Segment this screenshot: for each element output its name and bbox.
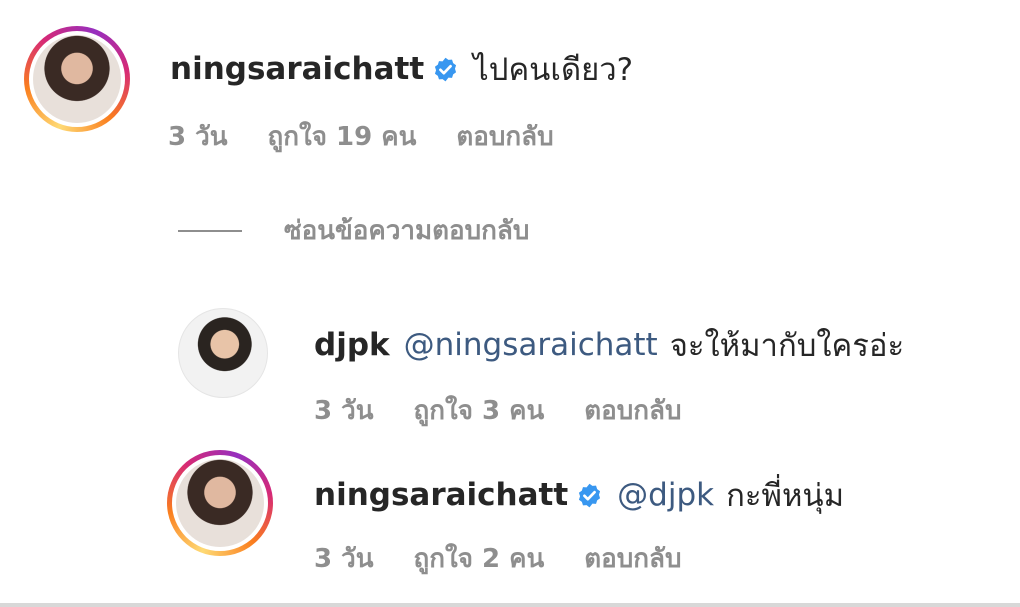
verified-badge-icon xyxy=(579,483,601,507)
comment-text: ไปคนเดียว? xyxy=(473,52,634,88)
hide-replies-label: ซ่อนข้อความตอบกลับ xyxy=(284,216,530,246)
divider xyxy=(0,603,1020,607)
avatar[interactable] xyxy=(178,308,268,398)
username[interactable]: ningsaraichatt xyxy=(314,477,568,513)
timestamp: 3 วัน xyxy=(314,544,374,574)
likes-count[interactable]: ถูกใจ 2 คน xyxy=(414,538,545,579)
likes-count[interactable]: ถูกใจ 19 คน xyxy=(268,116,417,157)
timestamp: 3 วัน xyxy=(314,396,374,426)
timestamp: 3 วัน xyxy=(168,122,228,152)
reply-button[interactable]: ตอบกลับ xyxy=(584,538,681,579)
comment-text: จะให้มากับใครอ่ะ xyxy=(669,328,905,364)
avatar[interactable] xyxy=(167,450,273,556)
mention-link[interactable]: @djpk xyxy=(617,477,714,513)
likes-count[interactable]: ถูกใจ 3 คน xyxy=(414,390,545,431)
reply-button[interactable]: ตอบกลับ xyxy=(584,390,681,431)
mention-link[interactable]: @ningsaraichatt xyxy=(404,327,658,363)
username[interactable]: ningsaraichatt xyxy=(170,51,424,87)
username[interactable]: djpk xyxy=(314,327,390,363)
divider xyxy=(178,229,242,232)
avatar[interactable] xyxy=(24,26,130,132)
comment-text: กะพี่หนุ่ม xyxy=(726,478,845,514)
verified-badge-icon xyxy=(435,57,457,81)
reply-button[interactable]: ตอบกลับ xyxy=(456,116,553,157)
hide-replies-toggle[interactable]: ซ่อนข้อความตอบกลับ xyxy=(178,210,529,251)
